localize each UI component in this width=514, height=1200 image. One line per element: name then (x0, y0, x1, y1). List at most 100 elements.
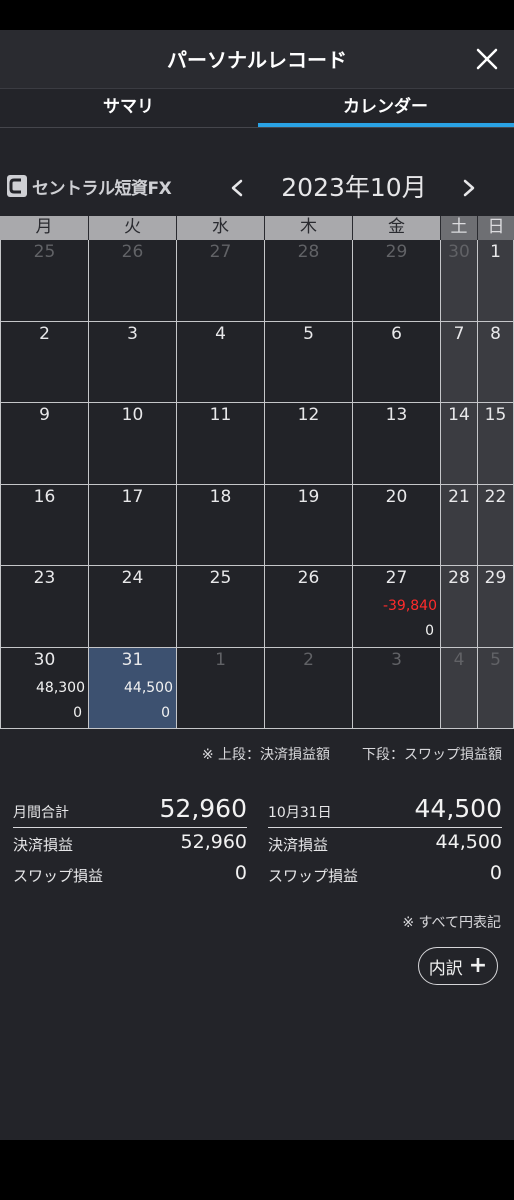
breakdown-button[interactable]: 内訳 + (418, 947, 498, 985)
day-number: 1 (215, 649, 226, 670)
calendar-day-cell[interactable]: 29 (478, 566, 514, 648)
day-number: 1 (490, 242, 501, 262)
calendar-day-cell[interactable]: 2 (0, 321, 89, 403)
tab-summary[interactable]: サマリ (0, 89, 257, 127)
app-screen: パーソナルレコード サマリ カレンダー セントラル短資FX 2023年10月 月… (0, 30, 514, 1140)
day-number: 30 (33, 649, 56, 670)
calendar-day-cell[interactable]: 24 (89, 566, 177, 648)
calendar-day-cell[interactable]: 5 (265, 321, 353, 403)
calendar-day-cell[interactable]: 20 (353, 484, 441, 566)
day-number: 21 (448, 486, 470, 507)
day-number: 29 (385, 242, 408, 262)
system-nav-bar (0, 1140, 514, 1200)
calendar-day-cell[interactable]: 1 (478, 240, 514, 322)
calendar-day-cell[interactable]: 4 (441, 647, 478, 729)
calendar-day-cell[interactable]: 5 (478, 647, 514, 729)
calendar-grid: 25 26 27 28 29 30 1 2 3 4 5 6 7 8 9 10 11 12 13 14 15 16 17 18 1… (0, 240, 514, 729)
settle-pl-value: 48,300 (36, 679, 85, 696)
day-number: 25 (209, 568, 232, 588)
calendar-week-row: 16 17 18 19 20 21 22 (0, 484, 514, 566)
calendar-day-cell[interactable]: 28 (441, 566, 478, 648)
calendar-day-cell[interactable]: 3 (89, 321, 177, 403)
calendar-day-cell[interactable]: 3 (353, 647, 441, 729)
calendar-day-cell-selected[interactable]: 31 44,500 0 (89, 647, 177, 729)
calendar-week-row: 2 3 4 5 6 7 8 (0, 321, 514, 403)
calendar-day-cell[interactable]: 29 (353, 240, 441, 322)
calendar-day-cell[interactable]: 14 (441, 403, 478, 485)
calendar-day-cell[interactable]: 15 (478, 403, 514, 485)
calendar-day-cell[interactable]: 23 (0, 566, 89, 648)
chevron-right-icon[interactable] (458, 173, 480, 203)
day-number: 8 (490, 323, 501, 344)
calendar-day-cell[interactable]: 18 (177, 484, 265, 566)
calendar-day-cell[interactable]: 2 (265, 647, 353, 729)
calendar-day-cell[interactable]: 30 (441, 240, 478, 322)
calendar-day-cell[interactable]: 21 (441, 484, 478, 566)
broker-logo: セントラル短資FX (6, 173, 172, 199)
day-number: 10 (121, 405, 144, 425)
calendar-day-cell[interactable]: 25 (0, 240, 89, 322)
calendar-day-cell[interactable]: 30 48,300 0 (0, 647, 89, 729)
weekday-sun: 日 (478, 216, 514, 240)
weekday-tue: 火 (89, 216, 177, 240)
calendar-day-cell[interactable]: 16 (0, 484, 89, 566)
plus-icon: + (468, 953, 488, 978)
calendar-day-cell[interactable]: 13 (353, 403, 441, 485)
calendar-day-cell[interactable]: 4 (177, 321, 265, 403)
day-number: 5 (490, 649, 501, 670)
day-number: 26 (121, 242, 144, 262)
calendar-day-cell[interactable]: 22 (478, 484, 514, 566)
day-number: 11 (209, 405, 232, 425)
calendar-day-cell[interactable]: 27 -39,840 0 (353, 566, 441, 648)
calendar-day-cell[interactable]: 26 (265, 566, 353, 648)
calendar-day-cell[interactable]: 7 (441, 321, 478, 403)
day-number: 5 (303, 323, 314, 344)
calendar-day-cell[interactable]: 17 (89, 484, 177, 566)
calendar-day-cell[interactable]: 19 (265, 484, 353, 566)
day-number: 28 (448, 568, 470, 588)
logo-mark-icon (7, 175, 27, 197)
breakdown-label: 内訳 (428, 958, 463, 979)
swap-pl-value: 0 (73, 704, 82, 721)
settle-pl-value: -39,840 (382, 598, 437, 614)
daily-total: 44,500 (414, 794, 502, 823)
calendar-day-cell[interactable]: 9 (0, 403, 89, 485)
swap-pl-value: 0 (425, 623, 434, 639)
day-number: 27 (385, 568, 408, 588)
monthly-settle-label: 決済損益 (13, 836, 74, 854)
day-number: 19 (297, 486, 320, 507)
daily-swap-value: 0 (489, 862, 502, 884)
page-title: パーソナルレコード (167, 48, 347, 72)
calendar-day-cell[interactable]: 10 (89, 403, 177, 485)
swap-pl-value: 0 (161, 704, 170, 721)
calendar-day-cell[interactable]: 12 (265, 403, 353, 485)
active-tab-indicator (258, 123, 514, 127)
calendar-day-cell[interactable]: 6 (353, 321, 441, 403)
calendar-day-cell[interactable]: 27 (177, 240, 265, 322)
monthly-settle-value: 52,960 (180, 831, 247, 853)
calendar-day-cell[interactable]: 26 (89, 240, 177, 322)
day-number: 9 (39, 405, 50, 425)
currency-note: ※ すべて円表記 (402, 915, 501, 931)
day-number: 26 (297, 568, 320, 588)
calendar-day-cell[interactable]: 1 (177, 647, 265, 729)
day-number: 28 (297, 242, 320, 262)
day-number: 4 (215, 323, 226, 344)
settle-pl-value: 44,500 (124, 679, 173, 696)
day-number: 3 (391, 649, 402, 670)
calendar-day-cell[interactable]: 8 (478, 321, 514, 403)
calendar-day-cell[interactable]: 25 (177, 566, 265, 648)
day-number: 2 (303, 649, 314, 670)
day-number: 16 (33, 486, 56, 507)
tab-calendar[interactable]: カレンダー (257, 89, 514, 127)
close-icon[interactable] (470, 42, 504, 76)
day-number: 15 (484, 405, 507, 425)
calendar-day-cell[interactable]: 11 (177, 403, 265, 485)
monthly-summary: 月間合計 52,960 決済損益 52,960 スワップ損益 0 (13, 794, 247, 890)
weekday-fri: 金 (353, 216, 441, 240)
chevron-left-icon[interactable] (226, 173, 248, 203)
calendar-day-cell[interactable]: 28 (265, 240, 353, 322)
calendar: 月 火 水 木 金 土 日 25 26 27 28 29 30 1 2 3 4 5 6 7 8 9 10 11 1… (0, 216, 514, 729)
legend-upper: ※ 上段：決済損益額 (201, 747, 330, 763)
day-number: 30 (448, 242, 470, 262)
